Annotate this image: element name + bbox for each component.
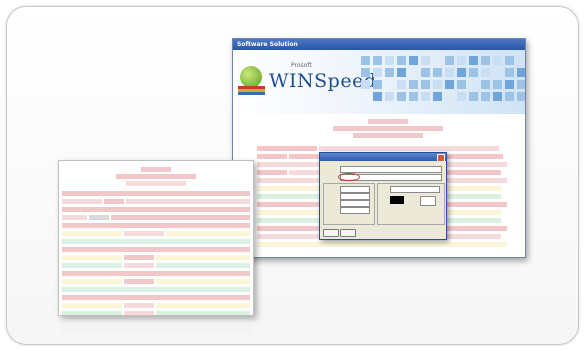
- font-style-field[interactable]: [340, 193, 370, 200]
- color-swatch[interactable]: [390, 196, 404, 204]
- font-name-field[interactable]: [340, 186, 370, 193]
- dialog-button-right[interactable]: [340, 229, 356, 237]
- font-extra-field[interactable]: [340, 207, 370, 214]
- books-icon: [238, 86, 265, 95]
- color-value-field[interactable]: [420, 196, 436, 206]
- dialog-field-1[interactable]: [340, 166, 442, 173]
- highlight-oval: [338, 173, 360, 181]
- printed-report: [58, 160, 254, 316]
- font-size-field[interactable]: [340, 200, 370, 207]
- document-reflection: [62, 322, 252, 344]
- apple-icon: [240, 66, 262, 88]
- brand-prefix: Prosoft: [291, 62, 312, 69]
- close-icon[interactable]: [437, 154, 445, 162]
- banner-mosaic: [361, 56, 525, 101]
- font-dialog: [319, 152, 447, 240]
- dialog-titlebar: [320, 153, 446, 161]
- window-titlebar: Software Solution: [233, 39, 525, 50]
- dialog-button-left[interactable]: [323, 229, 339, 237]
- font-family-select[interactable]: [390, 186, 440, 193]
- app-banner: Prosoft WINSpeed: [233, 50, 525, 114]
